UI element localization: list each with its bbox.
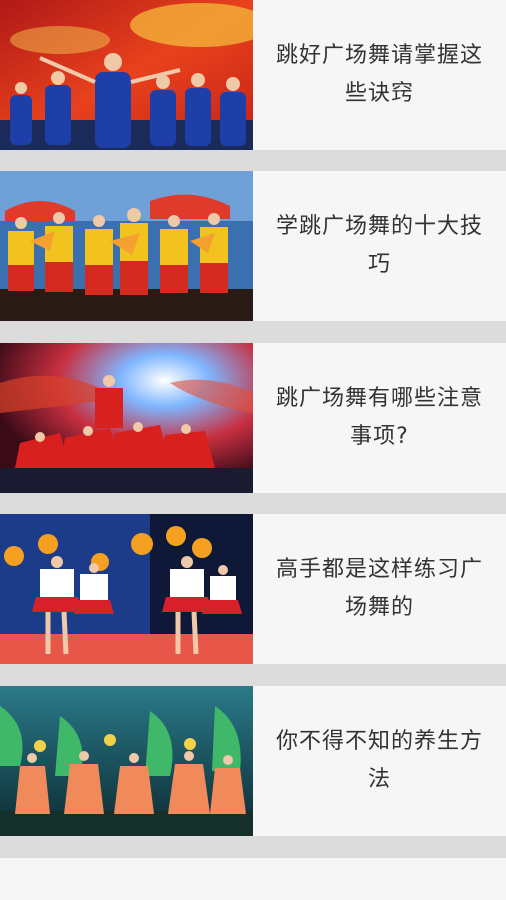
article-list: 跳好广场舞请掌握这些诀窍 学跳广场舞的十大技巧 跳广场舞有哪些注意事项? 高手都… <box>0 0 506 900</box>
article-card[interactable]: 跳好广场舞请掌握这些诀窍 <box>0 0 506 150</box>
article-title-area[interactable]: 跳广场舞有哪些注意事项? <box>253 343 506 493</box>
article-thumbnail[interactable] <box>0 343 253 493</box>
article-thumbnail[interactable] <box>0 0 253 150</box>
article-card[interactable]: 你不得不知的养生方法 <box>0 686 506 836</box>
article-title-area[interactable]: 高手都是这样练习广场舞的 <box>253 514 506 664</box>
article-title-area[interactable]: 你不得不知的养生方法 <box>253 686 506 836</box>
article-title[interactable]: 高手都是这样练习广场舞的 <box>267 551 492 627</box>
article-title-area[interactable]: 跳好广场舞请掌握这些诀窍 <box>253 0 506 150</box>
article-thumbnail[interactable] <box>0 171 253 321</box>
article-title[interactable]: 你不得不知的养生方法 <box>267 723 492 799</box>
article-card[interactable]: 跳广场舞有哪些注意事项? <box>0 343 506 493</box>
article-thumbnail[interactable] <box>0 686 253 836</box>
list-footer-placeholder <box>0 858 506 900</box>
article-title[interactable]: 跳广场舞有哪些注意事项? <box>267 380 492 456</box>
article-title[interactable]: 学跳广场舞的十大技巧 <box>267 208 492 284</box>
article-title[interactable]: 跳好广场舞请掌握这些诀窍 <box>267 37 492 113</box>
article-card[interactable]: 高手都是这样练习广场舞的 <box>0 514 506 664</box>
article-card[interactable]: 学跳广场舞的十大技巧 <box>0 171 506 321</box>
article-thumbnail[interactable] <box>0 514 253 664</box>
article-title-area[interactable]: 学跳广场舞的十大技巧 <box>253 171 506 321</box>
